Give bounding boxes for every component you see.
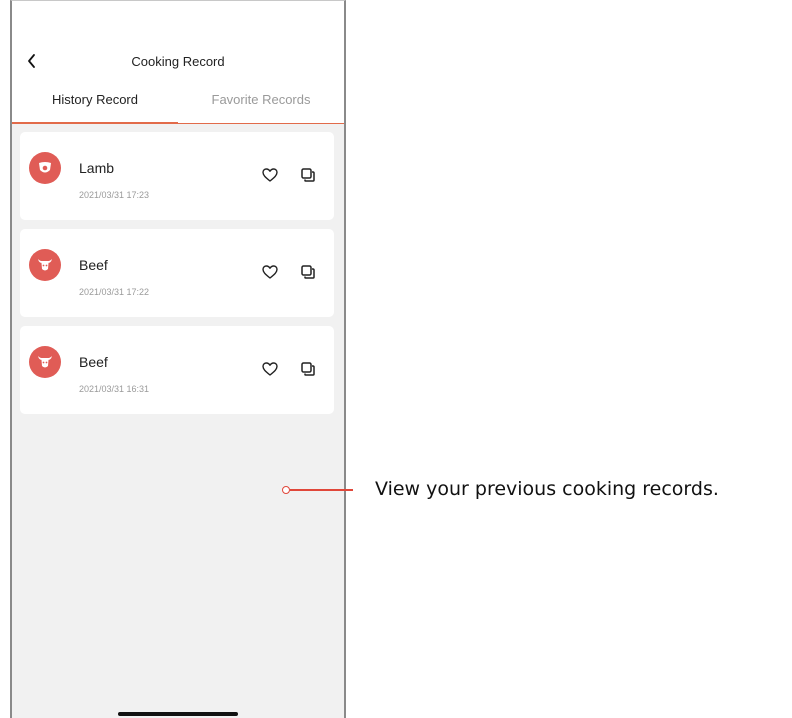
record-list: Lamb 2021/03/31 17:23 Beef 2021/03/31 17… <box>12 124 344 718</box>
record-card[interactable]: Lamb 2021/03/31 17:23 <box>20 132 334 220</box>
callout-text: View your previous cooking records. <box>375 478 719 500</box>
heart-icon <box>262 265 278 279</box>
phone-screen: Cooking Record History Record Favorite R… <box>10 0 346 718</box>
nav-bar: Cooking Record <box>12 45 344 77</box>
record-timestamp: 2021/03/31 17:22 <box>79 287 150 297</box>
record-name: Beef <box>79 257 108 273</box>
tab-bar: History Record Favorite Records <box>12 85 344 125</box>
heart-icon <box>262 168 278 182</box>
page-title: Cooking Record <box>131 54 225 69</box>
favorite-button[interactable] <box>261 166 279 184</box>
record-name: Lamb <box>79 160 115 176</box>
favorite-button[interactable] <box>261 360 279 378</box>
record-timestamp: 2021/03/31 16:31 <box>79 384 150 394</box>
lamb-icon <box>39 162 51 173</box>
copy-icon <box>301 265 315 279</box>
callout-connector <box>290 489 353 491</box>
record-avatar <box>29 152 61 184</box>
copy-icon <box>301 362 315 376</box>
tab-favorite-records[interactable]: Favorite Records <box>178 92 344 107</box>
home-indicator <box>118 712 238 716</box>
beef-icon <box>38 259 52 271</box>
heart-icon <box>262 362 278 376</box>
favorite-button[interactable] <box>261 263 279 281</box>
copy-button[interactable] <box>299 166 317 184</box>
copy-button[interactable] <box>299 263 317 281</box>
record-avatar <box>29 346 61 378</box>
tab-history-record[interactable]: History Record <box>12 92 178 107</box>
beef-icon <box>38 356 52 368</box>
callout-marker <box>282 486 290 494</box>
record-avatar <box>29 249 61 281</box>
record-name: Beef <box>79 354 108 370</box>
record-card[interactable]: Beef 2021/03/31 17:22 <box>20 229 334 317</box>
record-card[interactable]: Beef 2021/03/31 16:31 <box>20 326 334 414</box>
copy-button[interactable] <box>299 360 317 378</box>
record-timestamp: 2021/03/31 17:23 <box>79 190 150 200</box>
copy-icon <box>301 168 315 182</box>
